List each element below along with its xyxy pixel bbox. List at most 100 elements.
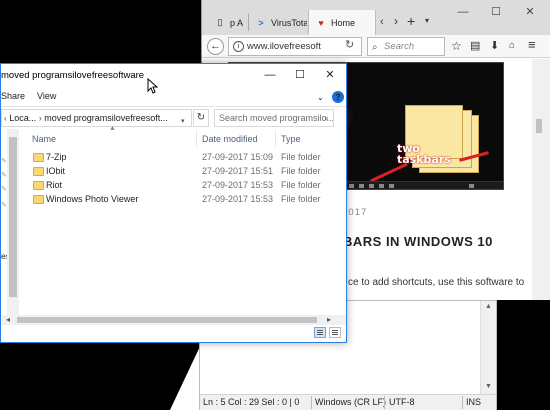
file-name: Riot [46, 180, 63, 190]
breadcrumb-item[interactable]: moved programsilovefreesoft... [44, 113, 168, 123]
folder-icon [33, 167, 44, 176]
folder-icon [33, 153, 44, 162]
tab-label: p A [230, 17, 244, 28]
ribbon-tab-share[interactable]: Share [1, 91, 25, 101]
scroll-right-icon[interactable]: ▸ [327, 315, 331, 324]
chevron-down-icon[interactable]: ▾ [181, 114, 185, 126]
browser-tab[interactable]: > VirusTotal [249, 10, 307, 35]
minimize-icon[interactable]: — [263, 68, 277, 82]
chevron-down-icon[interactable]: ▾ [425, 15, 429, 27]
explorer-status-bar [1, 325, 346, 342]
heart-icon: ♥ [318, 17, 324, 28]
file-row[interactable]: Windows Photo Viewer 27-09-2017 15:53 Fi… [21, 193, 326, 207]
generic-tab-icon: ▯ [217, 17, 223, 27]
sort-up-icon: ▲ [109, 125, 116, 132]
close-icon[interactable]: ✕ [323, 68, 337, 82]
explorer-title-bar[interactable]: moved programsilovefreesoftware — ☐ ✕ [1, 64, 346, 87]
scroll-down-icon[interactable]: ▼ [484, 383, 493, 390]
breadcrumb: ‹ Loca... › moved programsilovefreesoft.… [4, 113, 168, 123]
scroll-left-icon[interactable]: ◂ [6, 315, 10, 324]
line-endings: Windows (CR LF) [315, 397, 387, 407]
red-arrow [370, 162, 408, 183]
explorer-ribbon: Share View ⌄ ? [1, 87, 346, 107]
info-icon[interactable]: i [233, 41, 244, 52]
explorer-address-row: ‹ Loca... › moved programsilovefreesoft.… [1, 107, 346, 129]
file-type: File folder [281, 166, 321, 176]
file-name: Windows Photo Viewer [46, 194, 139, 204]
virustotal-icon: > [258, 17, 264, 28]
chevron-down-icon[interactable]: ⌄ [317, 92, 324, 104]
search-placeholder: Search moved programsilo... [219, 113, 334, 123]
file-row[interactable]: 7-Zip 27-09-2017 15:09 File folder [21, 151, 326, 165]
file-type: File folder [281, 194, 321, 204]
tab-label: Home [331, 17, 356, 28]
file-row[interactable]: IObit 27-09-2017 15:51 File folder [21, 165, 326, 179]
browser-search-input[interactable]: ⌕ Search [367, 37, 445, 56]
file-row[interactable]: Riot 27-09-2017 15:53 File folder [21, 179, 326, 193]
mouse-cursor-icon [147, 78, 159, 94]
new-tab-icon[interactable]: + [407, 14, 415, 28]
image-annotation: two taskbars [397, 143, 451, 165]
browser-tab[interactable]: ▯ p A [208, 10, 248, 35]
ribbon-tab-view[interactable]: View [37, 91, 56, 101]
back-button[interactable]: ← [207, 38, 224, 55]
column-header-date[interactable]: Date modified [202, 129, 258, 149]
cursor-position: Ln : 5 Col : 29 Sel : 0 | 0 [203, 397, 300, 407]
maximize-icon[interactable]: ☐ [490, 6, 502, 18]
maximize-icon[interactable]: ☐ [293, 68, 307, 82]
insert-mode: INS [466, 397, 482, 407]
library-icon[interactable]: ▤ [470, 40, 480, 52]
address-bar[interactable]: ‹ Loca... › moved programsilovefreesoft.… [1, 109, 192, 127]
pin-icon[interactable]: ✎ [1, 171, 7, 179]
browser-tab-active[interactable]: ♥ Home [308, 10, 376, 35]
file-list: ▲ Name Date modified Type 7-Zip 27-09-20… [21, 125, 346, 325]
chevron-left-icon[interactable]: ‹ [4, 114, 7, 123]
file-explorer-window: moved programsilovefreesoftware — ☐ ✕ Sh… [0, 63, 347, 343]
horizontal-scrollbar[interactable]: ◂ ▸ [1, 315, 346, 325]
file-type: File folder [281, 180, 321, 190]
large-icons-view-icon[interactable] [329, 327, 341, 338]
scroll-up-icon[interactable]: ▲ [484, 303, 493, 310]
url-bar[interactable]: i www.ilovefreesoft [228, 37, 362, 56]
post-title[interactable]: BARS IN WINDOWS 10 [343, 234, 493, 249]
scrollbar-thumb[interactable] [17, 317, 317, 323]
tab-label: VirusTotal [271, 17, 307, 28]
pin-icon[interactable]: ✎ [1, 157, 7, 165]
post-body-text: ce to add shortcuts, use this software t… [348, 277, 525, 288]
close-icon[interactable]: ✕ [524, 6, 536, 18]
nav-pane-scrollbar[interactable] [7, 129, 19, 325]
editor-scrollbar[interactable]: ▲ ▼ [480, 301, 496, 394]
page-scrollbar[interactable] [532, 59, 550, 300]
search-placeholder: Search [384, 41, 415, 52]
tab-overflow-icon[interactable]: ‹ [380, 16, 384, 28]
file-name: 7-Zip [46, 152, 67, 162]
column-header-type[interactable]: Type [281, 129, 301, 149]
folder-icon [33, 195, 44, 204]
breadcrumb-item[interactable]: Loca... [9, 113, 36, 123]
explorer-search-input[interactable]: Search moved programsilo... ⌕ [214, 109, 334, 127]
reload-icon[interactable]: ↻ [345, 38, 354, 51]
folder-icon [33, 181, 44, 190]
browser-navbar: ← i www.ilovefreesoft ↻ ⌕ Search ☆ ▤ ⬇ ⌂… [202, 35, 550, 58]
search-icon: ⌕ [372, 42, 378, 53]
bookmark-star-icon[interactable]: ☆ [451, 40, 462, 52]
file-date: 27-09-2017 15:51 [202, 166, 274, 176]
file-name: IObit [46, 166, 66, 176]
help-icon[interactable]: ? [332, 91, 344, 103]
search-icon: ⌕ [323, 113, 329, 123]
column-header-name[interactable]: Name [32, 129, 56, 149]
pin-icon[interactable]: ✎ [1, 201, 7, 209]
tab-scroll-right-icon[interactable]: › [394, 15, 398, 27]
pin-icon[interactable]: ✎ [1, 185, 7, 193]
encoding: UTF-8 [389, 397, 415, 407]
download-icon[interactable]: ⬇ [490, 40, 499, 52]
refresh-button[interactable]: ↻ [193, 109, 209, 127]
details-view-icon[interactable] [314, 327, 326, 338]
file-date: 27-09-2017 15:53 [202, 194, 274, 204]
url-text: www.ilovefreesoft [247, 41, 321, 52]
minimize-icon[interactable]: — [457, 6, 469, 18]
home-icon[interactable]: ⌂ [509, 40, 515, 52]
hamburger-menu-icon[interactable]: ≡ [528, 38, 536, 51]
file-date: 27-09-2017 15:53 [202, 180, 274, 190]
file-date: 27-09-2017 15:09 [202, 152, 274, 162]
